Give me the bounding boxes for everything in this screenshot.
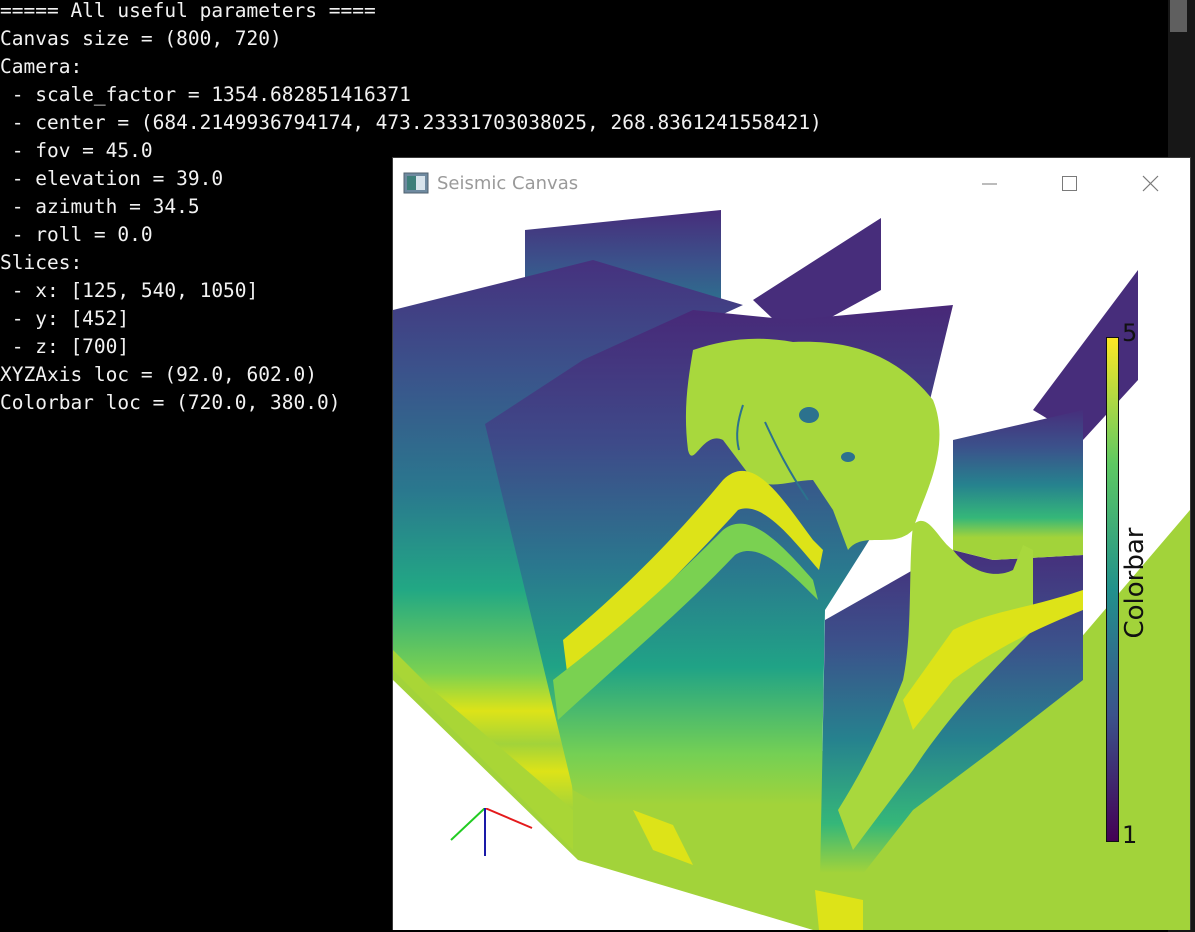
colorbar-max-label: 5 <box>1122 319 1138 347</box>
x-axis-line <box>484 808 533 829</box>
colorbar-min-label: 1 <box>1122 821 1138 849</box>
colorbar-title: Colorbar <box>1120 527 1150 639</box>
console-line: - center = (684.2149936794174, 473.23331… <box>0 111 822 134</box>
seismic-canvas-window[interactable]: Seismic Canvas 5 1 Colorbar <box>392 157 1191 930</box>
console-line: - azimuth = 34.5 <box>0 195 200 218</box>
app-icon <box>403 172 429 194</box>
maximize-button[interactable] <box>1047 166 1091 202</box>
console-line: - fov = 45.0 <box>0 139 153 162</box>
close-icon <box>1142 175 1159 192</box>
xyz-axis-icon <box>450 808 533 856</box>
colorbar <box>1106 337 1119 842</box>
window-titlebar[interactable]: Seismic Canvas <box>393 158 1190 210</box>
console-line: ===== All useful parameters ==== <box>0 0 376 22</box>
console-line: - scale_factor = 1354.682851416371 <box>0 83 411 106</box>
console-line: Camera: <box>0 55 83 78</box>
maximize-icon <box>1062 176 1077 191</box>
console-line: Canvas size = (800, 720) <box>0 27 282 50</box>
console-line: - y: [452] <box>0 307 130 330</box>
console-line: - elevation = 39.0 <box>0 167 224 190</box>
seismic-canvas[interactable]: 5 1 Colorbar <box>393 210 1190 930</box>
console-line: Colorbar loc = (720.0, 380.0) <box>0 391 341 414</box>
window-title: Seismic Canvas <box>437 173 579 194</box>
x-slice-right-mid <box>953 410 1083 560</box>
y-axis-line <box>450 808 486 841</box>
close-button[interactable] <box>1128 166 1172 202</box>
horizon-hole <box>799 407 819 423</box>
console-line: - z: [700] <box>0 335 130 358</box>
minimize-button[interactable] <box>968 166 1012 202</box>
console-line: Slices: <box>0 251 83 274</box>
horizon-hole <box>841 452 855 462</box>
x-slice-right-top <box>1033 270 1138 440</box>
console-line: - roll = 0.0 <box>0 223 153 246</box>
console-scroll-thumb[interactable] <box>1170 0 1187 32</box>
console-line: - x: [125, 540, 1050] <box>0 279 259 302</box>
console-line: XYZAxis loc = (92.0, 602.0) <box>0 363 317 386</box>
minimize-icon <box>982 183 997 185</box>
